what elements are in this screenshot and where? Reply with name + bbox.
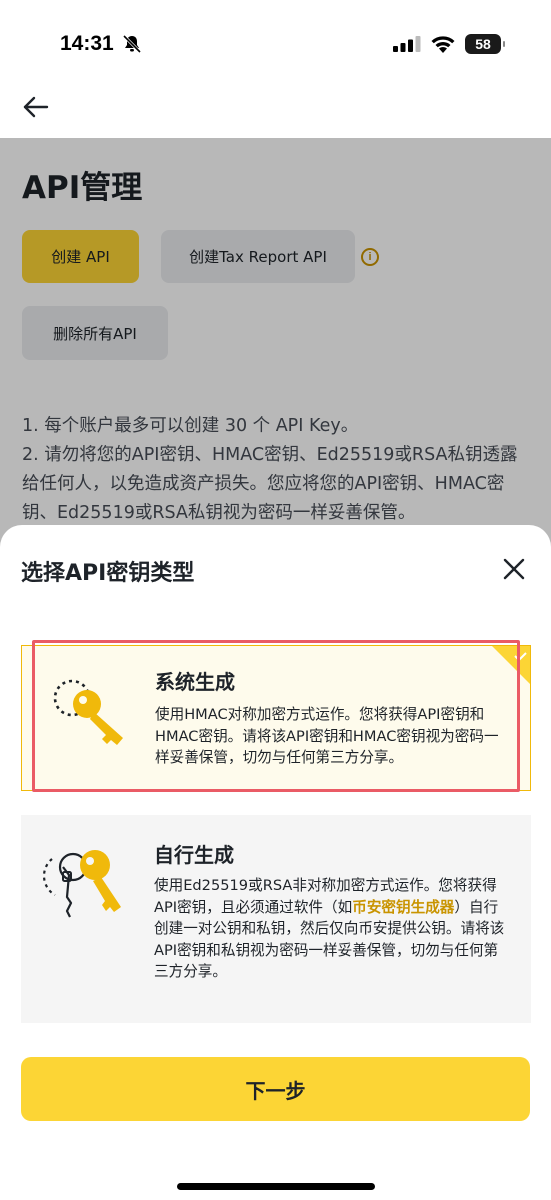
bell-muted-icon [122,34,142,54]
option-description: 使用HMAC对称加密方式运作。您将获得API密钥和HMAC密钥。请将该API密钥… [155,706,499,766]
option-self-generated[interactable]: 自行生成 使用Ed25519或RSA非对称加密方式运作。您将获得API密钥，且必… [21,815,531,1023]
home-indicator [177,1183,375,1190]
option-title: 自行生成 [154,843,234,867]
key-pair-icon [43,850,121,918]
wifi-icon [431,36,455,53]
api-key-type-sheet: 选择API密钥类型 系统生成 使用HMAC对称加密方式运作。您将获得API密钥和… [0,525,551,1200]
option-description: 使用Ed25519或RSA非对称加密方式运作。您将获得API密钥，且必须通过软件… [154,875,510,983]
key-icon [53,679,123,745]
battery-indicator: 58 [465,34,505,54]
option-title: 系统生成 [155,670,235,694]
selected-corner-mark [492,646,530,684]
option-system-generated[interactable]: 系统生成 使用HMAC对称加密方式运作。您将获得API密钥和HMAC密钥。请将该… [21,645,531,791]
next-step-button[interactable]: 下一步 [21,1057,530,1121]
binance-key-generator-link[interactable]: 币安密钥生成器 [352,899,454,916]
signal-icon [393,36,421,52]
close-icon[interactable] [501,556,527,582]
back-button[interactable] [22,94,50,120]
status-bar: 14:31 58 [0,0,551,88]
status-time: 14:31 [60,32,114,55]
sheet-title: 选择API密钥类型 [21,561,195,586]
